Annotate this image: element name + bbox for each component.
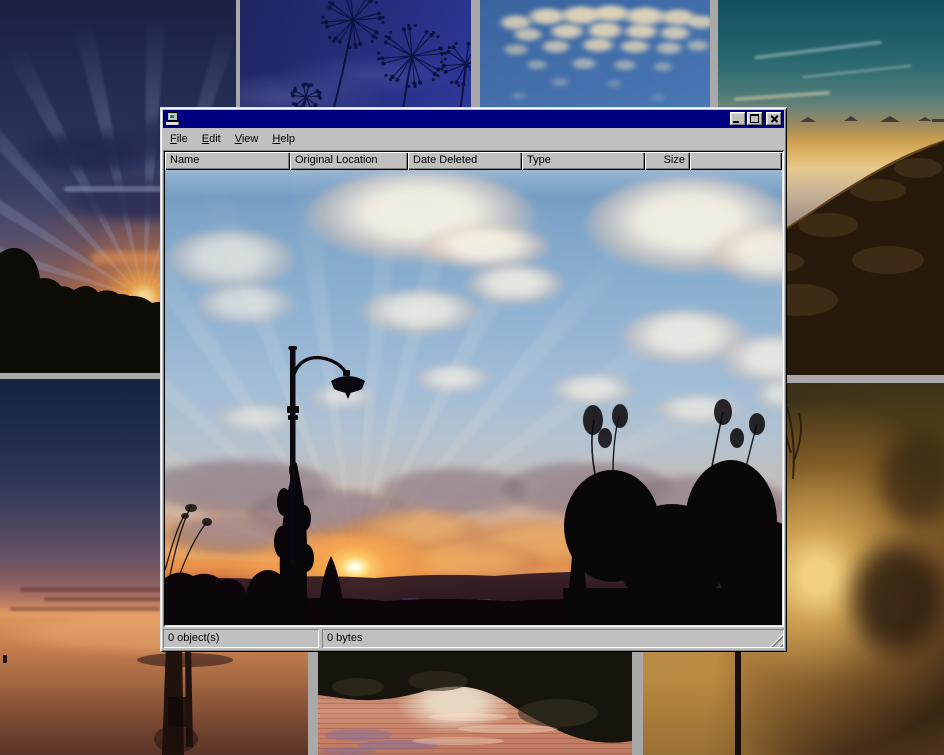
status-bytes-text: 0 bytes bbox=[327, 632, 362, 644]
altocumulus-cloud bbox=[512, 28, 544, 42]
menu-file[interactable]: File bbox=[163, 131, 195, 148]
altocumulus-cloud bbox=[654, 42, 684, 55]
menu-view[interactable]: View bbox=[228, 131, 266, 148]
file-list-view: Name Original Location Date Deleted Type… bbox=[163, 150, 784, 627]
altocumulus-cloud bbox=[622, 24, 660, 40]
menu-edit[interactable]: Edit bbox=[195, 131, 228, 148]
umbel-flower bbox=[322, 0, 384, 112]
folder-content-sunset-photo[interactable] bbox=[165, 170, 782, 625]
altocumulus-cloud bbox=[605, 80, 623, 88]
altocumulus-cloud bbox=[580, 38, 616, 53]
column-header-original-location[interactable]: Original Location bbox=[290, 152, 408, 170]
maximize-button[interactable] bbox=[747, 112, 763, 126]
lamp-head bbox=[331, 370, 365, 399]
computer-icon-screen bbox=[169, 114, 174, 118]
altocumulus-cloud bbox=[658, 26, 692, 41]
status-bar: 0 object(s) 0 bytes bbox=[163, 629, 784, 648]
altocumulus-cloud bbox=[548, 24, 586, 40]
column-header-type[interactable]: Type bbox=[522, 152, 645, 170]
status-objects: 0 object(s) bbox=[163, 629, 319, 648]
altocumulus-cloud bbox=[650, 94, 666, 102]
computer-icon-base bbox=[166, 122, 179, 126]
altocumulus-cloud bbox=[510, 92, 528, 100]
altocumulus-cloud bbox=[618, 40, 652, 54]
menu-help[interactable]: Help bbox=[265, 131, 302, 148]
minimize-icon bbox=[733, 121, 739, 123]
altocumulus-cloud bbox=[685, 40, 710, 52]
altocumulus-cloud bbox=[502, 44, 530, 56]
column-header-date-deleted[interactable]: Date Deleted bbox=[408, 152, 522, 170]
status-bytes: 0 bytes bbox=[322, 629, 784, 648]
window-titlebar[interactable] bbox=[163, 110, 784, 128]
altocumulus-cloud bbox=[540, 40, 572, 54]
island-peaks bbox=[764, 116, 944, 123]
altocumulus-cloud bbox=[570, 58, 598, 70]
altocumulus-cloud bbox=[685, 15, 710, 30]
column-header-row: Name Original Location Date Deleted Type… bbox=[165, 152, 782, 170]
column-header-empty[interactable] bbox=[690, 152, 782, 170]
altocumulus-cloud bbox=[652, 62, 674, 72]
silhouettes-layer bbox=[165, 170, 782, 625]
altocumulus-cloud bbox=[525, 60, 549, 70]
right-trees bbox=[563, 460, 782, 625]
altocumulus-cloud bbox=[585, 22, 625, 40]
close-button[interactable] bbox=[766, 112, 782, 126]
maximize-icon bbox=[750, 114, 759, 123]
umbel-flower bbox=[377, 24, 446, 112]
minimize-button[interactable] bbox=[730, 112, 746, 126]
altocumulus-cloud bbox=[612, 60, 638, 71]
altocumulus-cloud bbox=[550, 78, 570, 87]
computer-icon[interactable] bbox=[166, 112, 180, 126]
column-header-name[interactable]: Name bbox=[165, 152, 290, 170]
menu-bar: File Edit View Help bbox=[163, 129, 784, 149]
recycle-bin-window: File Edit View Help Name Original Locati… bbox=[160, 107, 787, 652]
resize-grip[interactable] bbox=[770, 634, 783, 647]
column-header-size[interactable]: Size bbox=[645, 152, 690, 170]
